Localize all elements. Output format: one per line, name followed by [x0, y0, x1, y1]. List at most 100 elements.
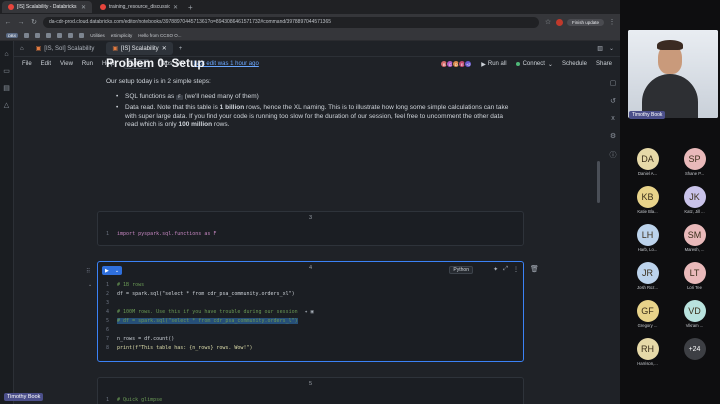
browser-window: [IS] Scalability - Databricks ✕ training… — [0, 0, 620, 404]
notebook-tabs: ⌂ ▣ [IS, SoI] Scalability ▣ [IS] Scalabi… — [14, 41, 620, 57]
split-view-icon[interactable]: ▥ — [597, 45, 603, 52]
bookmark-dbx[interactable]: DBX — [6, 32, 19, 38]
menu-view[interactable]: View — [60, 61, 73, 67]
participant-tile[interactable]: RH Harrison,... — [624, 338, 671, 366]
reload-icon[interactable]: ↻ — [30, 18, 38, 26]
participant-tile[interactable]: DA Daniel A... — [624, 148, 671, 176]
forward-icon[interactable]: → — [17, 19, 25, 26]
play-icon: ▶ — [481, 61, 486, 68]
settings-icon[interactable]: ⚙ — [610, 132, 616, 140]
menu-file[interactable]: File — [22, 61, 32, 67]
python-notebook-icon: ▣ — [112, 46, 118, 52]
tab-strip: [IS] Scalability - Databricks ✕ training… — [0, 0, 620, 14]
tab-scalability[interactable]: [IS] Scalability - Databricks ✕ — [2, 1, 92, 13]
bookmark-icon[interactable] — [68, 32, 74, 38]
menu-bar: File Edit View Run Help Python Tabs: ON … — [14, 57, 620, 71]
share-button[interactable]: Share — [596, 61, 612, 67]
scrollbar[interactable] — [597, 161, 600, 203]
participant-tile[interactable]: SP Shane P... — [671, 148, 718, 176]
participant-tile[interactable]: JR Josh Roz... — [624, 262, 671, 290]
speaker-name: Timothy Book — [629, 111, 666, 119]
delete-cell-icon[interactable]: 🗑 — [530, 265, 539, 273]
code-line[interactable]: 1 # Quick glimpse — [106, 397, 162, 403]
bookmark-esimplicity[interactable]: eSimplicity — [111, 33, 133, 38]
code-text: df = spark.sql("select * from cdr_psa_co… — [117, 291, 295, 297]
menu-icon[interactable]: ⋮ — [608, 18, 616, 26]
url-field[interactable]: da-cdr-prod.cloud.databricks.com/editor/… — [43, 16, 539, 28]
collaborator-avatars[interactable]: B C D E +2 — [440, 60, 473, 68]
home-icon[interactable]: ⌂ — [20, 46, 24, 52]
list-item: Data read. Note that this table is 1 bil… — [116, 104, 516, 129]
avatar: KB — [636, 186, 659, 208]
folder-icon[interactable]: ▭ — [3, 67, 10, 75]
history-icon[interactable]: ↺ — [610, 97, 616, 105]
drag-handle-icon[interactable]: ⠿ — [86, 268, 90, 275]
warning-icon[interactable]: △ — [4, 101, 9, 109]
code-cell[interactable]: 3 1 import pyspark.sql.functions as F — [97, 211, 524, 246]
bookmark-icon[interactable] — [79, 32, 85, 38]
bookmark-icon[interactable] — [46, 32, 52, 38]
chevron-down-icon[interactable]: ⌄ — [609, 45, 614, 52]
bookmark-icon[interactable] — [35, 32, 41, 38]
tab-training[interactable]: training_resource_discussion ✕ — [94, 1, 184, 13]
code-line[interactable]: 6 — [106, 327, 114, 333]
close-icon[interactable]: ✕ — [173, 4, 178, 11]
participant-tile[interactable]: SM Maresh, ... — [671, 224, 718, 252]
avatar: DA — [636, 148, 659, 170]
bullet-text: Data read. Note that this table is — [125, 104, 218, 112]
finish-update-button[interactable]: Finish update — [566, 18, 604, 26]
new-tab-button[interactable]: + — [184, 3, 197, 12]
code-line[interactable]: 1 # 1B rows — [106, 282, 144, 288]
participant-tile[interactable]: LT Lori Tee — [671, 262, 718, 290]
bookmark-icon[interactable] — [57, 32, 63, 38]
speaker-video[interactable] — [628, 30, 718, 118]
code-line[interactable]: 5 # df = spark.sql("select * from cdr_ps… — [106, 318, 298, 324]
participant-tile[interactable]: KB Katie Bla... — [624, 186, 671, 214]
catalog-icon[interactable]: ▤ — [3, 84, 10, 92]
profile-avatar[interactable] — [555, 18, 563, 26]
participant-tile[interactable]: LH Harb, Lo... — [624, 224, 671, 252]
cell-language-tag[interactable]: Python — [449, 266, 473, 274]
assistant-icon[interactable]: ✦ — [493, 266, 498, 273]
participant-tile[interactable]: JK Katz, Jill ... — [671, 186, 718, 214]
variables-icon[interactable]: x — [611, 115, 615, 122]
code-line[interactable]: 3 — [106, 300, 114, 306]
code-line[interactable]: 4 # 100M rows. Use this if you have trou… — [106, 309, 314, 315]
schedule-button[interactable]: Schedule — [562, 61, 587, 67]
code-line[interactable]: 1 import pyspark.sql.functions as F — [106, 231, 216, 237]
bookmark-utilities[interactable]: Utilities — [90, 33, 105, 38]
star-icon[interactable]: ☆ — [544, 18, 552, 26]
line-number: 1 — [106, 231, 110, 237]
code-line[interactable]: 8 print(f"This table has: {n_rows} rows.… — [106, 345, 252, 351]
code-cell-active[interactable]: ▶ ⌄ 4 Python ✦ ⤢ ⋮ 1 # 1B rows 2 df = sp… — [97, 261, 524, 362]
comment-icon[interactable]: ▢ — [610, 79, 617, 87]
run-all-button[interactable]: ▶ Run all — [481, 61, 506, 68]
bookmarks-bar: DBX Utilities eSimplicity Hello from CCS… — [0, 30, 620, 41]
participant-tile[interactable]: GF Gregory ... — [624, 300, 671, 328]
bookmark-hello[interactable]: Hello from CCSO O... — [138, 33, 181, 38]
avatar: SP — [683, 148, 706, 170]
close-icon[interactable]: ✕ — [162, 45, 167, 52]
code-cell[interactable]: 5 1 # Quick glimpse — [97, 377, 524, 404]
expand-icon[interactable]: ⤢ — [503, 266, 508, 273]
file-tab-sol[interactable]: ▣ [IS, SoI] Scalability — [30, 42, 101, 55]
more-participants-button[interactable]: +24 — [671, 338, 718, 366]
code-line[interactable]: 7 n_rows = df.count() — [106, 336, 174, 342]
close-icon[interactable]: ✕ — [81, 4, 86, 11]
bookmark-icon[interactable] — [24, 32, 30, 38]
line-number: 8 — [106, 345, 110, 351]
connect-button[interactable]: Connect ⌄ — [515, 61, 553, 68]
assistant-icon[interactable]: ✦ ▣ — [305, 309, 314, 315]
participant-name: Maresh, ... — [684, 247, 705, 252]
file-tab-active[interactable]: ▣ [IS] Scalability ✕ — [106, 42, 173, 55]
more-icon[interactable]: ⋮ — [513, 266, 519, 273]
collapse-icon[interactable]: ⌄ — [88, 282, 92, 288]
menu-edit[interactable]: Edit — [41, 61, 51, 67]
info-icon[interactable]: ⓘ — [610, 150, 617, 160]
back-icon[interactable]: ← — [4, 19, 12, 26]
participant-tile[interactable]: VD Vikram ... — [671, 300, 718, 328]
home-icon[interactable]: ⌂ — [4, 51, 8, 58]
menu-run[interactable]: Run — [82, 61, 93, 67]
code-line[interactable]: 2 df = spark.sql("select * from cdr_psa_… — [106, 291, 295, 297]
add-tab-button[interactable]: + — [179, 46, 183, 52]
